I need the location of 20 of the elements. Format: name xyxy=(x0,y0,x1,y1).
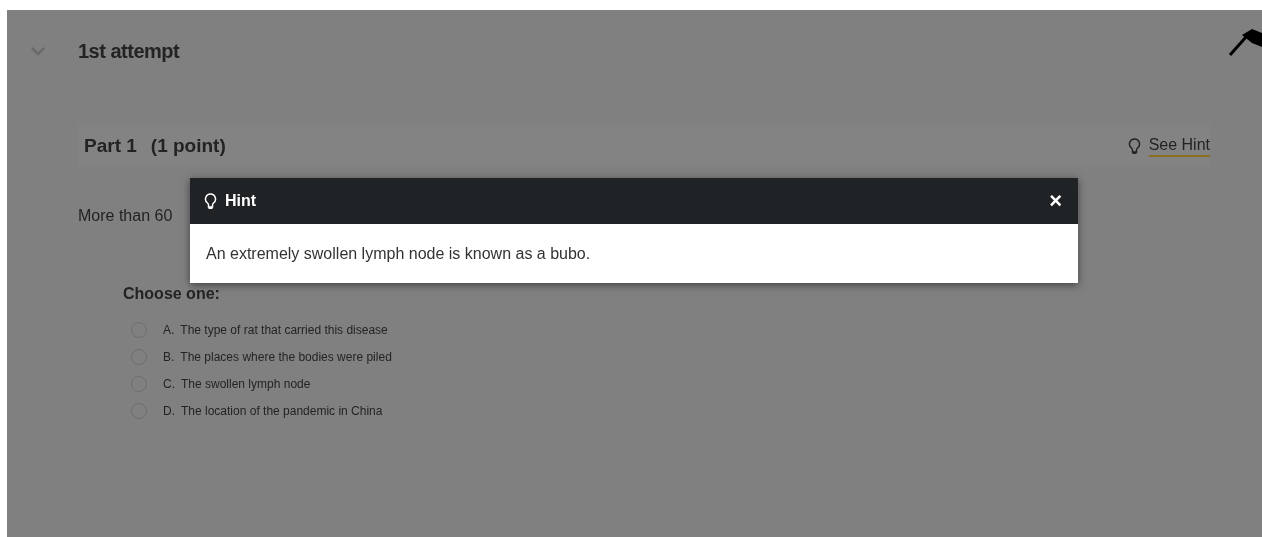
flag-icon[interactable] xyxy=(1228,27,1262,57)
option-letter: D. xyxy=(163,402,175,420)
option-letter: C. xyxy=(163,375,175,393)
close-button[interactable]: × xyxy=(1047,190,1064,212)
dialog-title: Hint xyxy=(225,191,257,211)
lightbulb-icon xyxy=(1127,137,1141,155)
lightbulb-icon xyxy=(204,192,217,210)
see-hint-link[interactable]: See Hint xyxy=(1148,135,1210,157)
option-text: The location of the pandemic in China xyxy=(181,402,383,420)
part-points: (1 point) xyxy=(150,133,226,158)
option-text: The swollen lymph node xyxy=(181,375,311,393)
hint-text: An extremely swollen lymph node is known as a bubo. xyxy=(206,243,591,264)
option-text: The places where the bodies were piled xyxy=(180,348,392,366)
option-letter: B. xyxy=(163,348,175,366)
option-text: The type of rat that carried this disease xyxy=(180,321,388,339)
part-title: Part 1 xyxy=(84,133,137,158)
choose-one-label: Choose one: xyxy=(123,284,220,304)
question-text: More than 60 xyxy=(78,206,173,226)
option-letter: A. xyxy=(163,321,175,339)
section-title: 1st attempt xyxy=(78,39,180,64)
